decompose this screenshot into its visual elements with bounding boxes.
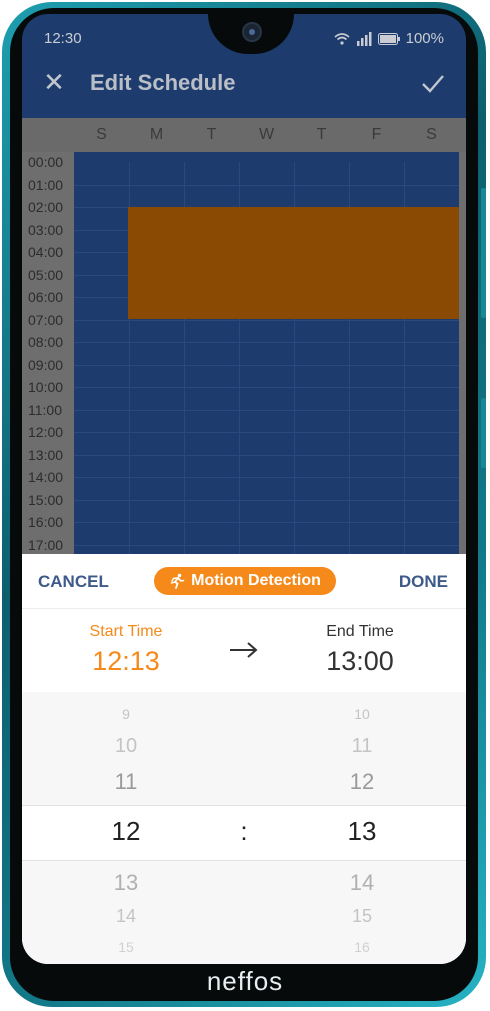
mode-label: Motion Detection [191,572,321,589]
mode-selector-button[interactable]: Motion Detection [154,567,336,595]
sheet-action-bar: CANCEL Motion Detection DONE [22,554,466,609]
volume-button [481,188,486,318]
minute-wheel-item[interactable]: 12 [322,769,402,795]
day-label: T [206,126,217,143]
camera-icon [242,22,262,42]
close-icon[interactable]: ✕ [42,69,66,95]
grid-row-divider [74,319,459,321]
battery-icon [377,32,400,45]
minute-wheel-item[interactable]: 16 [322,939,402,955]
running-person-icon [170,573,185,589]
grid-edge [459,152,466,572]
battery-percent: 100% [405,30,444,47]
end-time-value[interactable]: 13:00 [300,646,420,677]
motion-detection-block[interactable] [128,207,459,319]
hour-column: 00:00 01:00 02:00 03:00 04:00 05:00 06:00 07:00… [22,152,74,572]
hour-label: 08:00 [28,334,64,350]
hour-wheel-item[interactable]: 11 [86,769,166,795]
hour-label: 15:00 [28,491,64,508]
grid-row-divider [74,522,459,523]
minute-wheel-item[interactable]: 10 [322,706,402,722]
schedule-grid[interactable] [74,162,459,572]
hour-label: 04:00 [28,244,64,260]
minute-wheel-item[interactable]: 15 [322,906,402,927]
grid-row-divider [74,544,459,546]
hour-label: 13:00 [28,446,64,463]
hour-wheel-item[interactable]: 9 [86,706,166,722]
screen: 12:30 100% ✕ Edit Schedule S M T W T F S… [22,14,466,964]
grid-row-divider [74,364,459,366]
minute-wheel-item[interactable]: 14 [322,870,402,896]
page-title: Edit Schedule [90,70,236,95]
status-time: 12:30 [44,30,82,47]
arrow-right-icon [230,642,258,658]
start-time-label[interactable]: Start Time [66,623,186,641]
hour-label: 17:00 [28,536,64,553]
check-icon[interactable] [420,70,446,96]
hour-label: 01:00 [28,176,64,193]
minute-wheel-item[interactable]: 11 [322,735,402,758]
app-bar: ✕ Edit Schedule [22,58,466,118]
hour-label: 00:00 [28,154,64,170]
grid-row-divider [74,432,459,433]
grid-row-divider [74,454,459,456]
grid-row-divider [74,342,459,343]
end-time-label[interactable]: End Time [300,623,420,641]
signal-icon [356,31,372,46]
grid-row-divider [74,499,459,501]
day-label: M [149,126,164,143]
hour-label: 02:00 [28,199,64,215]
hour-wheel-item[interactable]: 12 [86,816,166,847]
time-picker-sheet: CANCEL Motion Detection DONE Start Time … [22,554,466,964]
hour-label: 11:00 [28,401,62,418]
brand-logo: neffos [206,966,284,996]
start-time-value[interactable]: 12:13 [66,646,186,677]
grid-row-divider [74,477,459,478]
hour-label: 03:00 [28,221,64,238]
hour-label: 05:00 [28,266,64,283]
day-label: W [258,126,275,143]
hour-label: 06:00 [28,289,64,305]
picker-separator: : [240,816,248,846]
time-range-row: Start Time 12:13 End Time 13:00 [22,608,466,693]
day-label: S [96,126,107,143]
hour-label: 07:00 [28,311,64,328]
hour-label: 10:00 [28,379,64,395]
day-label: T [316,126,327,143]
grid-row-divider [74,184,459,186]
hour-label: 16:00 [28,514,64,530]
time-wheel-picker[interactable]: : 9 10 11 12 13 14 15 10 11 12 13 14 15 16 [22,692,466,964]
hour-label: 12:00 [28,424,64,440]
day-label: S [426,126,437,143]
hour-wheel-item[interactable]: 15 [86,939,166,955]
power-button [481,398,486,468]
hour-label: 14:00 [28,469,64,485]
day-label: F [371,126,382,143]
hour-wheel-item[interactable]: 13 [86,870,166,896]
hour-wheel-item[interactable]: 10 [86,735,166,758]
cancel-button[interactable]: CANCEL [38,572,109,592]
minute-wheel-item[interactable]: 13 [322,816,402,847]
hour-wheel-item[interactable]: 14 [86,906,166,927]
grid-row-divider [74,387,459,388]
done-button[interactable]: DONE [399,572,448,592]
status-icons: 100% [334,30,444,47]
day-header: SMTWTFS [22,118,466,152]
grid-row-divider [74,409,459,411]
hour-label: 09:00 [28,356,64,373]
wifi-icon [334,32,350,45]
